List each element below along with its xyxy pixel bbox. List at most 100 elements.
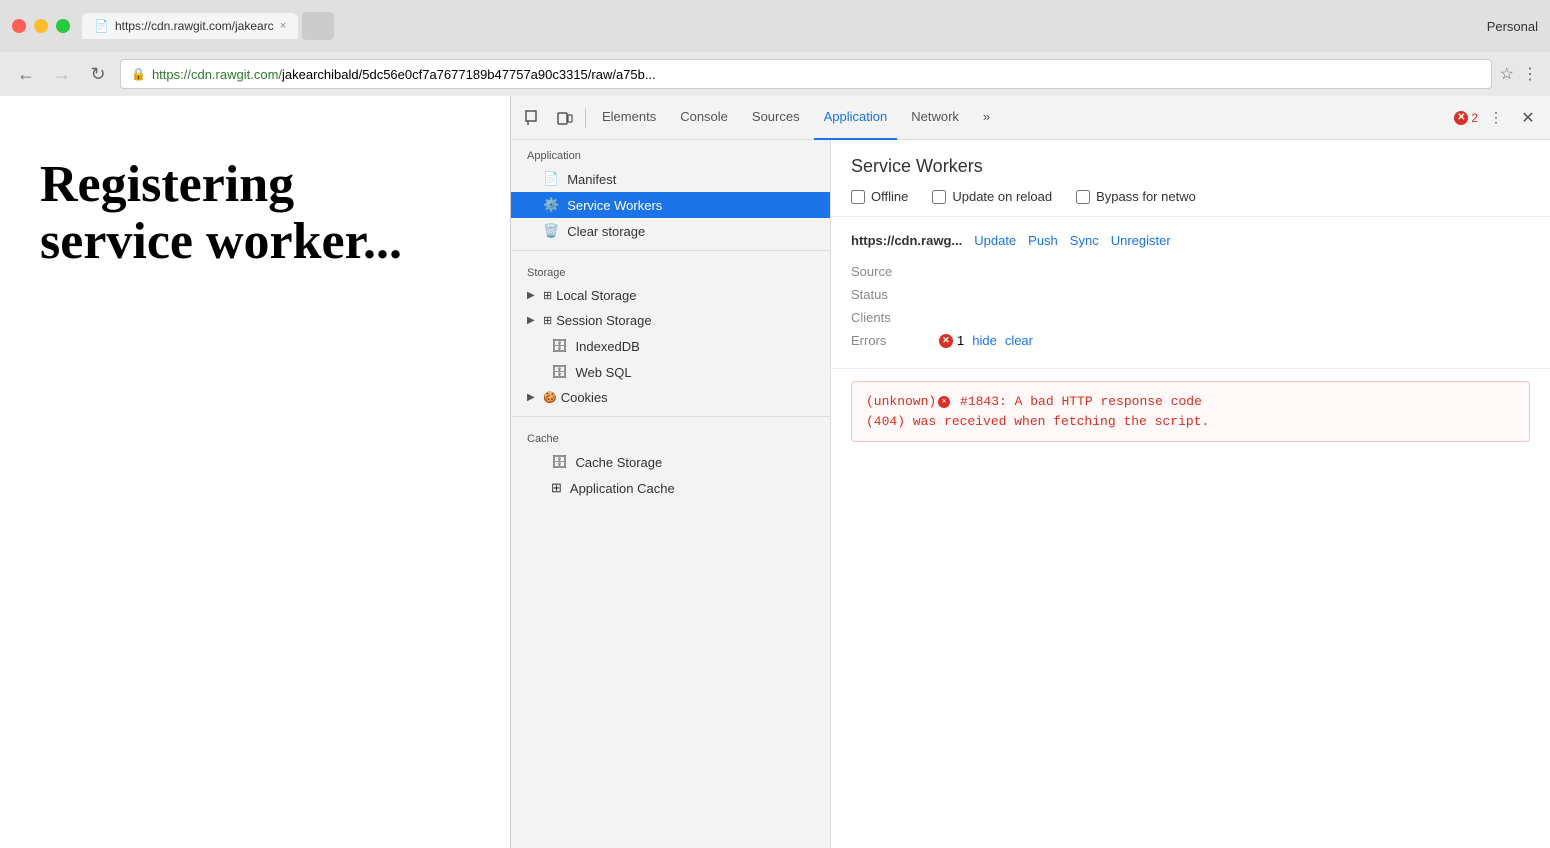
reload-button[interactable]: ↻ (84, 60, 112, 88)
cookies-icon: 🍪 (543, 391, 557, 404)
sw-clients-row: Clients (851, 306, 1530, 329)
back-button[interactable]: ← (12, 60, 40, 88)
profile-label: Personal (1487, 19, 1538, 34)
manifest-icon: 📄 (543, 171, 559, 187)
tab-more[interactable]: » (973, 96, 1000, 140)
sw-errors-label: Errors (851, 333, 931, 348)
sidebar-item-clear-storage[interactable]: 🗑️ Clear storage (511, 218, 830, 244)
sidebar-item-manifest[interactable]: 📄 Manifest (511, 166, 830, 192)
error-x-icon: ✕ (938, 396, 950, 408)
sidebar-cache-section: Cache (511, 423, 830, 449)
error-count-text: 2 (1471, 111, 1478, 125)
sw-source-label: Source (851, 264, 931, 279)
sw-panel-header: Service Workers Offline Update on reload (831, 140, 1550, 217)
browser-tab[interactable]: 📄 https://cdn.rawgit.com/jakearc × (82, 13, 298, 39)
sidebar-divider-1 (511, 250, 830, 251)
page-heading: Registering service worker... (40, 156, 402, 270)
devtools-toolbar: Elements Console Sources Application Net… (511, 96, 1550, 140)
minimize-traffic-light[interactable] (34, 19, 48, 33)
sw-unregister-link[interactable]: Unregister (1111, 233, 1171, 248)
application-cache-icon: ⊞ (551, 480, 562, 496)
sw-error-count: ✕ 1 (939, 333, 964, 348)
bypass-for-network-checkbox[interactable] (1076, 190, 1090, 204)
device-toggle-button[interactable] (551, 104, 579, 132)
sidebar-item-indexeddb[interactable]: 🗄 IndexedDB (511, 333, 830, 359)
sidebar-item-cookies[interactable]: ▶ 🍪 Cookies (511, 385, 830, 410)
error-badge: ✕ 2 (1454, 111, 1478, 125)
sw-entry: https://cdn.rawg... Update Push Sync Unr… (831, 217, 1550, 369)
sidebar-item-service-workers[interactable]: ⚙️ Service Workers (511, 192, 830, 218)
sidebar-item-session-storage[interactable]: ▶ ⊞ Session Storage (511, 308, 830, 333)
tab-application[interactable]: Application (814, 96, 898, 140)
sw-errors-row: Errors ✕ 1 hide clear (851, 329, 1530, 352)
sw-panel-title: Service Workers (851, 156, 1530, 177)
tab-page-icon: 📄 (94, 19, 109, 33)
update-on-reload-checkbox-label[interactable]: Update on reload (932, 189, 1052, 204)
sw-options-bar: Offline Update on reload Bypass for netw… (851, 189, 1530, 204)
close-traffic-light[interactable] (12, 19, 26, 33)
bypass-for-network-checkbox-label[interactable]: Bypass for netwo (1076, 189, 1196, 204)
page-content: Registering service worker... (0, 96, 510, 848)
local-storage-arrow: ▶ (527, 290, 539, 301)
sw-status-row: Status (851, 283, 1530, 306)
sidebar-item-web-sql[interactable]: 🗄 Web SQL (511, 359, 830, 385)
sidebar-storage-section: Storage (511, 257, 830, 283)
devtools-main-panel: Service Workers Offline Update on reload (831, 140, 1550, 848)
error-unknown-label: (unknown) (866, 394, 936, 409)
cache-storage-icon: 🗄 (551, 454, 568, 470)
sw-sync-link[interactable]: Sync (1070, 233, 1099, 248)
devtools-body: Application 📄 Manifest ⚙️ Service Worker… (511, 140, 1550, 848)
new-tab-button[interactable] (302, 12, 334, 40)
sw-source-row: Source (851, 260, 1530, 283)
sw-clear-link[interactable]: clear (1005, 333, 1033, 348)
maximize-traffic-light[interactable] (56, 19, 70, 33)
tab-bar: 📄 https://cdn.rawgit.com/jakearc × (82, 12, 1487, 40)
tab-url-text: https://cdn.rawgit.com/jakearc (115, 19, 274, 33)
url-text: https://cdn.rawgit.com/jakearchibald/5dc… (152, 67, 1481, 82)
tab-elements[interactable]: Elements (592, 96, 666, 140)
sw-push-link[interactable]: Push (1028, 233, 1058, 248)
sidebar-divider-2 (511, 416, 830, 417)
more-options-button[interactable]: ⋮ (1522, 64, 1538, 84)
sw-url-text: https://cdn.rawg... (851, 233, 962, 248)
tab-sources[interactable]: Sources (742, 96, 810, 140)
inspect-element-button[interactable] (519, 104, 547, 132)
local-storage-icon: ⊞ (543, 289, 552, 302)
tab-console[interactable]: Console (670, 96, 738, 140)
session-storage-icon: ⊞ (543, 314, 552, 327)
clear-storage-icon: 🗑️ (543, 223, 559, 239)
devtools-sidebar: Application 📄 Manifest ⚙️ Service Worker… (511, 140, 831, 848)
service-workers-panel: Service Workers Offline Update on reload (831, 140, 1550, 442)
offline-checkbox-label[interactable]: Offline (851, 189, 908, 204)
devtools-close-button[interactable]: ✕ (1514, 104, 1542, 132)
web-sql-icon: 🗄 (551, 364, 568, 380)
tab-network[interactable]: Network (901, 96, 969, 140)
devtools-more-button[interactable]: ⋮ (1482, 104, 1510, 132)
title-bar: 📄 https://cdn.rawgit.com/jakearc × Perso… (0, 0, 1550, 52)
devtools-panel: Elements Console Sources Application Net… (510, 96, 1550, 848)
session-storage-arrow: ▶ (527, 315, 539, 326)
sw-error-icon: ✕ (939, 334, 953, 348)
sw-clients-label: Clients (851, 310, 931, 325)
update-on-reload-checkbox[interactable] (932, 190, 946, 204)
sidebar-item-application-cache[interactable]: ⊞ Application Cache (511, 475, 830, 501)
cookies-arrow: ▶ (527, 392, 539, 403)
sw-error-count-text: 1 (957, 333, 964, 348)
sw-url-row: https://cdn.rawg... Update Push Sync Unr… (851, 233, 1530, 248)
indexeddb-icon: 🗄 (551, 338, 568, 354)
sidebar-item-local-storage[interactable]: ▶ ⊞ Local Storage (511, 283, 830, 308)
lock-icon: 🔒 (131, 67, 146, 81)
sw-hide-link[interactable]: hide (972, 333, 997, 348)
address-bar: ← → ↻ 🔒 https://cdn.rawgit.com/jakearchi… (0, 52, 1550, 96)
error-count-icon: ✕ (1454, 111, 1468, 125)
sw-error-box: (unknown)✕(unknown)✘ #1843: A bad HTTP r… (851, 381, 1530, 442)
sw-error-text: (unknown)✕(unknown)✘ #1843: A bad HTTP r… (866, 392, 1515, 431)
bookmark-button[interactable]: ☆ (1500, 64, 1514, 84)
toolbar-separator (585, 108, 586, 128)
tab-close-button[interactable]: × (280, 20, 286, 32)
url-bar[interactable]: 🔒 https://cdn.rawgit.com/jakearchibald/5… (120, 59, 1492, 89)
sidebar-item-cache-storage[interactable]: 🗄 Cache Storage (511, 449, 830, 475)
forward-button[interactable]: → (48, 60, 76, 88)
sw-update-link[interactable]: Update (974, 233, 1016, 248)
offline-checkbox[interactable] (851, 190, 865, 204)
